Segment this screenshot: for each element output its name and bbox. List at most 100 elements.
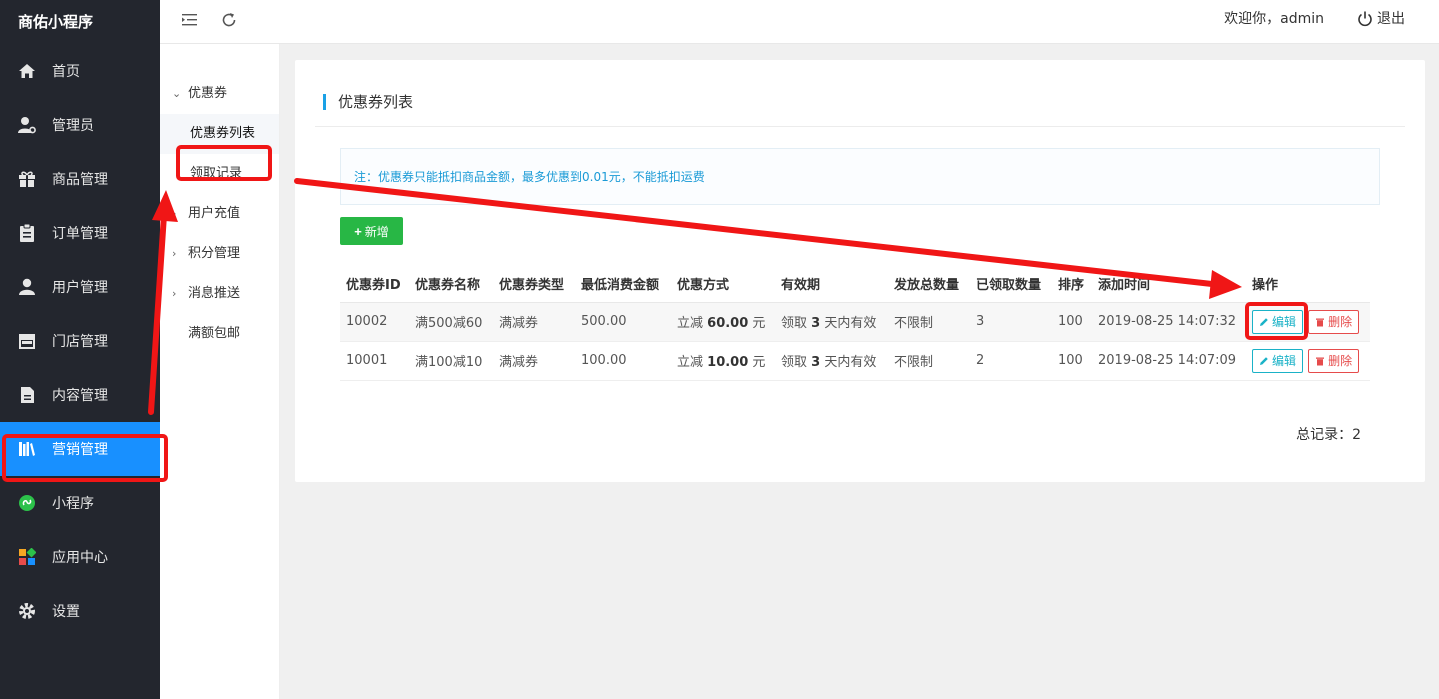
sidebar-item-label: 管理员 xyxy=(52,118,94,134)
sidebar-item-app-center[interactable]: 应用中心 xyxy=(0,530,160,584)
cell-actions: 编辑 删除 xyxy=(1246,341,1370,381)
delete-button[interactable]: 删除 xyxy=(1308,309,1360,334)
sidebar-item-marketing[interactable]: 营销管理 xyxy=(0,422,160,476)
sidebar-item-stores[interactable]: 门店管理 xyxy=(0,314,160,368)
logout-button[interactable]: 退出 xyxy=(1357,0,1405,38)
books-icon xyxy=(18,440,36,458)
col-header: 添加时间 xyxy=(1092,266,1246,303)
cell-sort: 100 xyxy=(1052,302,1092,342)
cell-validity: 领取 3 天内有效 xyxy=(775,341,888,381)
sidebar-item-users[interactable]: 用户管理 xyxy=(0,260,160,314)
validity-suffix: 天内有效 xyxy=(824,355,877,370)
power-icon xyxy=(1358,11,1372,27)
cell-type: 满减券 xyxy=(493,341,575,381)
document-icon xyxy=(18,386,36,404)
cell-time: 2019-08-25 14:07:09 xyxy=(1092,341,1246,381)
coupon-list-card: 优惠券列表 注：优惠券只能抵扣商品金额，最多优惠到0.01元，不能抵扣运费 + … xyxy=(295,60,1425,482)
col-header: 优惠券类型 xyxy=(493,266,575,303)
chevron-right-icon: › xyxy=(172,207,177,220)
trash-icon xyxy=(1316,318,1325,326)
sidebar-item-label: 商品管理 xyxy=(52,172,108,188)
submenu-item-claim-records[interactable]: 领取记录 xyxy=(160,154,279,194)
table-header-row: 优惠券ID 优惠券名称 优惠券类型 最低消费金额 优惠方式 有效期 发放总数量 … xyxy=(340,266,1370,303)
add-button-label: 新增 xyxy=(364,224,389,239)
sidebar-item-orders[interactable]: 订单管理 xyxy=(0,206,160,260)
sidebar-item-label: 设置 xyxy=(52,604,80,620)
trash-icon xyxy=(1316,357,1325,365)
cell-id: 10002 xyxy=(340,302,409,342)
brand-title: 商佑小程序 xyxy=(18,13,94,31)
validity-days: 3 xyxy=(811,316,821,331)
col-header: 优惠券名称 xyxy=(409,266,493,303)
edit-label: 编辑 xyxy=(1272,315,1297,329)
cell-discount: 立减 10.00 元 xyxy=(671,341,775,381)
sidebar-item-label: 应用中心 xyxy=(52,550,108,566)
col-header: 发放总数量 xyxy=(888,266,970,303)
validity-days: 3 xyxy=(811,355,821,370)
sidebar-item-label: 营销管理 xyxy=(52,442,108,458)
sidebar-item-label: 小程序 xyxy=(52,496,94,512)
discount-unit: 元 xyxy=(752,355,766,370)
cell-name: 满500减60 xyxy=(409,302,493,342)
submenu-group-push[interactable]: › 消息推送 xyxy=(160,274,279,314)
validity-prefix: 领取 xyxy=(781,355,808,370)
cell-validity: 领取 3 天内有效 xyxy=(775,302,888,342)
refresh-icon[interactable] xyxy=(219,10,239,30)
delete-label: 删除 xyxy=(1328,315,1353,329)
page-title: 优惠券列表 xyxy=(323,94,413,110)
sidebar-item-home[interactable]: 首页 xyxy=(0,44,160,98)
col-header: 操作 xyxy=(1246,266,1370,303)
table-row: 10001 满100减10 满减券 100.00 立减 10.00 元 领取 3… xyxy=(340,341,1370,381)
edit-button[interactable]: 编辑 xyxy=(1252,309,1304,334)
sidebar-item-label: 用户管理 xyxy=(52,280,108,296)
discount-prefix: 立减 xyxy=(677,355,704,370)
user-icon xyxy=(18,278,36,296)
apps-icon xyxy=(18,548,36,566)
top-header: 欢迎你，admin 退出 xyxy=(160,0,1439,44)
cell-total: 不限制 xyxy=(888,302,970,342)
submenu-group-points[interactable]: › 积分管理 xyxy=(160,234,279,274)
cell-discount: 立减 60.00 元 xyxy=(671,302,775,342)
sidebar-item-products[interactable]: 商品管理 xyxy=(0,152,160,206)
submenu-group-label: 积分管理 xyxy=(188,246,241,261)
table-row: 10002 满500减60 满减券 500.00 立减 60.00 元 领取 3… xyxy=(340,302,1370,342)
add-coupon-button[interactable]: + 新增 xyxy=(340,217,403,245)
discount-unit: 元 xyxy=(752,316,766,331)
welcome-text: 欢迎你，admin xyxy=(1224,11,1324,27)
cell-claimed: 3 xyxy=(970,302,1052,342)
submenu-group-label: 优惠券 xyxy=(188,86,228,101)
submenu-item-coupon-list[interactable]: 优惠券列表 xyxy=(160,114,279,154)
pencil-icon xyxy=(1260,317,1268,326)
submenu-item-free-shipping[interactable]: 满额包邮 xyxy=(160,314,279,354)
admin-user-icon xyxy=(18,116,36,134)
title-divider xyxy=(315,126,1405,127)
sidebar-item-content[interactable]: 内容管理 xyxy=(0,368,160,422)
chevron-right-icon: › xyxy=(172,247,177,260)
logout-label: 退出 xyxy=(1377,11,1405,27)
sidebar-item-settings[interactable]: 设置 xyxy=(0,584,160,638)
coupon-table: 优惠券ID 优惠券名称 优惠券类型 最低消费金额 优惠方式 有效期 发放总数量 … xyxy=(340,266,1370,381)
edit-label: 编辑 xyxy=(1272,354,1297,368)
total-records: 总记录：2 xyxy=(1296,427,1361,443)
cell-min: 100.00 xyxy=(575,341,671,381)
submenu-group-label: 消息推送 xyxy=(188,286,241,301)
marketing-submenu: 营销管理 ⌄ 优惠券 优惠券列表 领取记录 › 用户充值 › 积分管理 › 消息… xyxy=(160,0,280,699)
sidebar-item-miniprogram[interactable]: 小程序 xyxy=(0,476,160,530)
collapse-menu-icon[interactable] xyxy=(180,10,200,30)
col-header: 已领取数量 xyxy=(970,266,1052,303)
submenu-group-label: 满额包邮 xyxy=(188,326,241,341)
sidebar-item-label: 订单管理 xyxy=(52,226,108,242)
delete-button[interactable]: 删除 xyxy=(1308,348,1360,373)
sidebar-item-admins[interactable]: 管理员 xyxy=(0,98,160,152)
gift-icon xyxy=(18,170,36,188)
submenu-group-coupons[interactable]: ⌄ 优惠券 xyxy=(160,74,279,114)
col-header: 优惠券ID xyxy=(340,266,409,303)
submenu-group-recharge[interactable]: › 用户充值 xyxy=(160,194,279,234)
cell-actions: 编辑 删除 xyxy=(1246,302,1370,342)
plus-icon: + xyxy=(354,223,362,239)
col-header: 排序 xyxy=(1052,266,1092,303)
cell-time: 2019-08-25 14:07:32 xyxy=(1092,302,1246,342)
submenu-group-label: 用户充值 xyxy=(188,206,241,221)
edit-button[interactable]: 编辑 xyxy=(1252,348,1304,373)
validity-suffix: 天内有效 xyxy=(824,316,877,331)
